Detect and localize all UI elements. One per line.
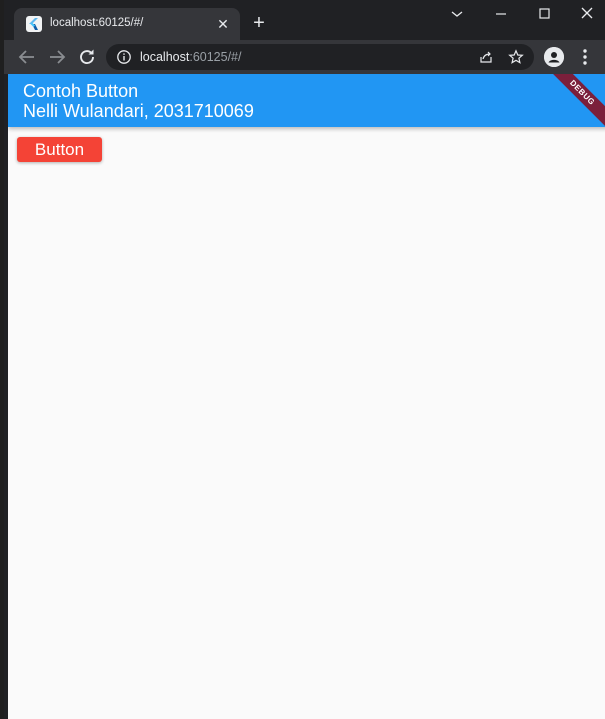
app-bar-title-line1: Contoh Button: [23, 81, 139, 101]
new-tab-button[interactable]: +: [248, 12, 270, 34]
red-button[interactable]: Button: [17, 137, 102, 162]
web-page: Contoh Button Nelli Wulandari, 203171006…: [8, 74, 605, 719]
reload-icon[interactable]: [75, 45, 99, 69]
tab-close-icon[interactable]: ✕: [214, 15, 232, 33]
app-bar-title-line2: Nelli Wulandari, 2031710069: [23, 101, 254, 121]
forward-icon[interactable]: [45, 45, 69, 69]
browser-tab[interactable]: localhost:60125/#/ ✕: [14, 8, 240, 40]
browser-toolbar: localhost:60125/#/: [4, 40, 605, 74]
close-window-icon[interactable]: [575, 4, 599, 24]
menu-icon[interactable]: [578, 46, 592, 68]
flutter-icon: [26, 16, 42, 32]
minimize-icon[interactable]: [489, 4, 513, 24]
url-path: :60125/#/: [189, 50, 242, 64]
app-bar-title: Contoh Button Nelli Wulandari, 203171006…: [23, 81, 254, 121]
share-icon[interactable]: [478, 49, 494, 65]
info-icon[interactable]: [116, 49, 132, 65]
back-icon[interactable]: [15, 45, 39, 69]
address-bar[interactable]: localhost:60125/#/: [106, 44, 534, 70]
url-text: localhost:60125/#/: [140, 50, 241, 64]
tab-search-icon[interactable]: [445, 4, 469, 24]
tab-strip: localhost:60125/#/ ✕ +: [4, 0, 605, 40]
profile-icon[interactable]: [544, 47, 564, 67]
star-icon[interactable]: [508, 49, 524, 65]
tab-title: localhost:60125/#/: [50, 17, 144, 29]
app-bar: Contoh Button Nelli Wulandari, 203171006…: [8, 74, 605, 127]
browser-window: localhost:60125/#/ ✕ + localhost:60125/#…: [0, 0, 605, 719]
maximize-icon[interactable]: [532, 4, 556, 24]
url-host: localhost: [140, 50, 190, 64]
